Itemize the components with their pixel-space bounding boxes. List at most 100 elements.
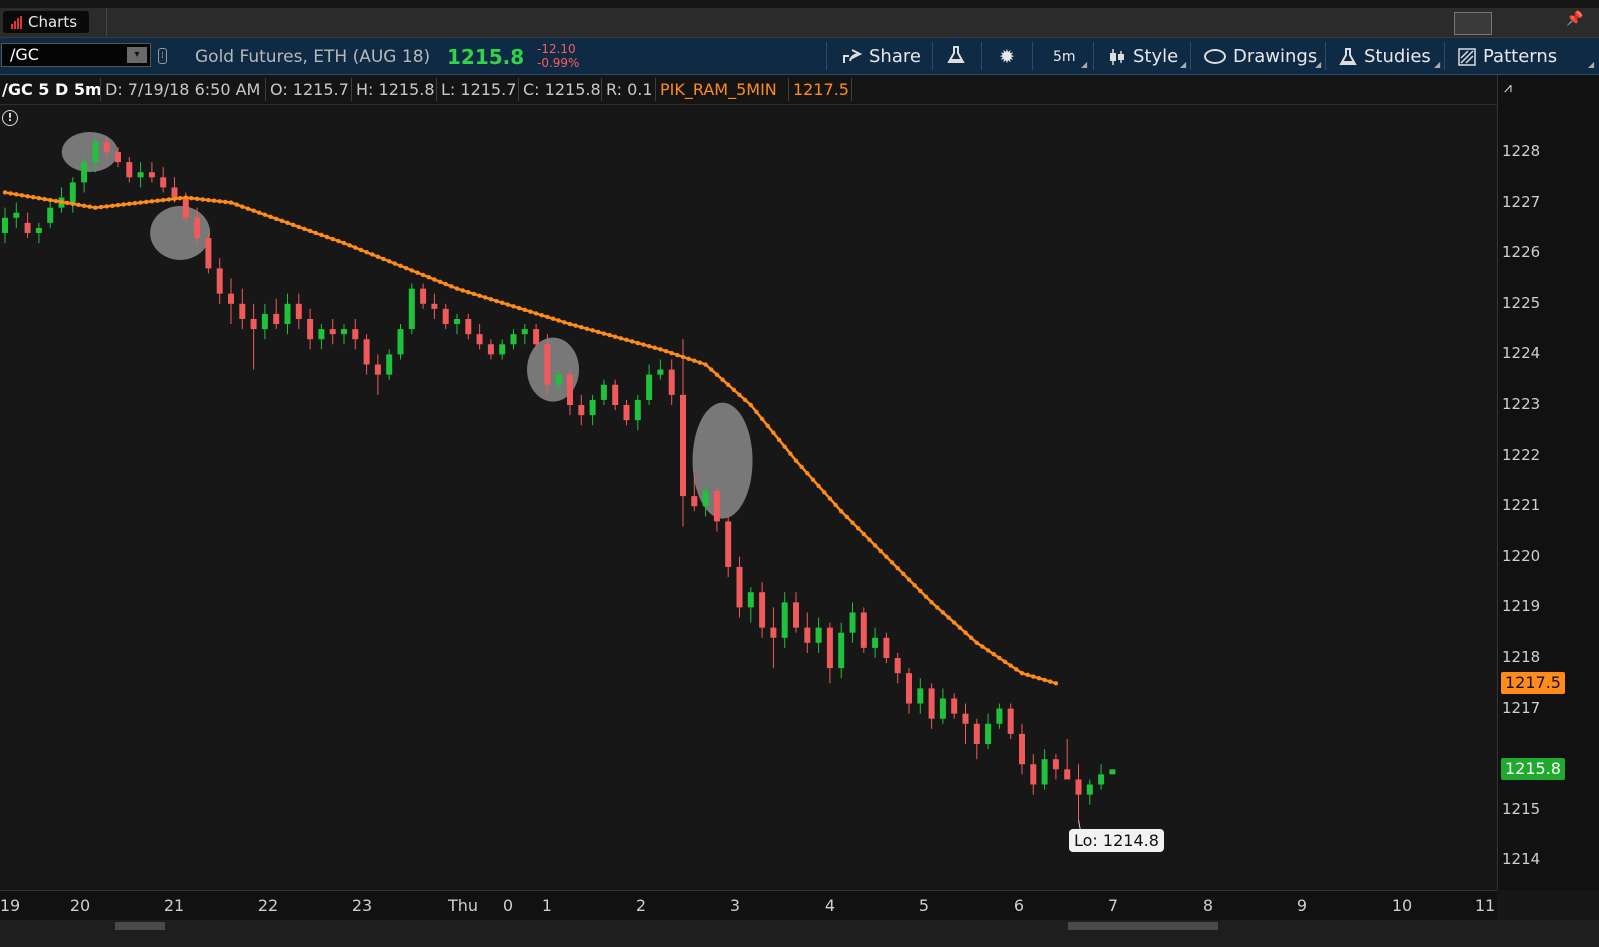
corner-indicator: ◢	[1081, 60, 1088, 69]
study-point	[980, 644, 985, 649]
study-point	[313, 230, 318, 236]
study-point	[906, 577, 912, 582]
study-point	[737, 392, 742, 398]
study-point	[240, 204, 245, 209]
study-point	[420, 272, 426, 278]
symbol-input[interactable]: /GC ▾	[1, 43, 151, 67]
study-point	[200, 197, 205, 202]
pin-icon[interactable]: 📌	[1566, 11, 1583, 27]
share-button[interactable]: Share	[842, 46, 921, 67]
candle-body	[702, 491, 709, 507]
study-point	[1042, 677, 1047, 683]
study-point	[686, 356, 691, 362]
study-point	[370, 252, 375, 257]
link-icon[interactable]: ⁞	[158, 48, 167, 64]
candle-body	[589, 399, 596, 416]
study-point	[483, 295, 488, 300]
candle-body	[567, 374, 573, 405]
studies-label: Studies	[1364, 46, 1431, 67]
study-point	[460, 288, 465, 293]
study-point	[93, 205, 98, 210]
candle-body	[973, 723, 980, 745]
study-point	[641, 342, 646, 347]
study-point	[771, 430, 776, 436]
study-point	[177, 195, 183, 201]
study-point	[788, 451, 793, 456]
time-tick-label: 0	[502, 896, 514, 915]
candle-body	[160, 177, 167, 188]
candle-body	[793, 602, 799, 628]
price-tick-label: 1214	[1502, 850, 1541, 869]
study-point	[703, 362, 708, 367]
study-point	[776, 437, 782, 442]
study-point	[714, 372, 720, 377]
time-tick-label: 19	[0, 896, 21, 915]
study-point	[115, 202, 121, 208]
window-layout-button[interactable]	[1454, 12, 1492, 35]
axis-settings-icon[interactable]: ⩘	[1504, 80, 1522, 96]
candle-body	[680, 394, 686, 497]
alert-icon[interactable]: !	[2, 110, 18, 126]
study-point	[1031, 674, 1036, 679]
candle-body	[996, 708, 1003, 724]
price-axis[interactable]: ⩘ 1228 1227 1226 1225 1224 1223 1222 1221 1220 12…	[1497, 75, 1599, 890]
candle-body	[1041, 759, 1048, 785]
study-point	[680, 354, 686, 360]
study-point	[217, 199, 222, 204]
study-point	[494, 298, 499, 304]
study-point	[929, 600, 934, 605]
candle-body	[386, 354, 393, 375]
study-point	[127, 201, 132, 207]
corner-indicator: ◢	[1434, 60, 1441, 69]
candle-body	[307, 318, 314, 340]
gear-icon: ✹	[999, 46, 1015, 68]
scrollbar-thumb[interactable]	[1068, 922, 1218, 930]
divider	[826, 42, 827, 70]
study-point	[867, 537, 872, 542]
study-point	[692, 358, 697, 363]
candle-body	[883, 637, 890, 658]
candle-body	[894, 658, 901, 674]
time-axis[interactable]: 19 20 21 22 23 Thu 0 1 2 3 4 5 6 7 8 9 10 11	[0, 890, 1497, 921]
divider	[106, 8, 107, 37]
aggregation-button[interactable]: 5m	[1053, 49, 1076, 65]
study-point	[330, 236, 335, 242]
candle-body	[725, 521, 732, 567]
study-point	[409, 268, 414, 273]
study-point	[646, 343, 652, 349]
horizontal-scrollbar[interactable]	[0, 920, 1599, 947]
charts-tab[interactable]: Charts	[3, 11, 90, 33]
symbol-value: /GC	[10, 45, 39, 64]
study-point	[573, 323, 578, 328]
symbol-dropdown-button[interactable]: ▾	[127, 47, 147, 63]
candle-body	[668, 369, 675, 395]
time-tick-label: 7	[1107, 896, 1119, 915]
study-point	[415, 270, 420, 275]
study-point	[726, 382, 731, 387]
patterns-button[interactable]: Patterns	[1458, 46, 1557, 67]
study-point	[392, 261, 398, 266]
study-point	[285, 220, 290, 226]
study-point	[584, 326, 590, 331]
candle-body	[295, 303, 302, 319]
study-point	[76, 202, 81, 208]
study-point	[827, 496, 833, 501]
study-point	[731, 387, 737, 393]
study-point	[98, 204, 104, 210]
study-point	[347, 243, 352, 248]
scrollbar-thumb[interactable]	[115, 922, 165, 930]
study-point	[104, 204, 109, 209]
candle-body	[126, 162, 133, 178]
drawings-button[interactable]: Drawings	[1204, 46, 1317, 67]
style-button[interactable]: Style	[1108, 46, 1178, 67]
study-point	[64, 200, 70, 206]
study-point	[805, 471, 810, 476]
study-point	[234, 202, 239, 207]
price-chart[interactable]	[0, 105, 1497, 890]
candlestick-style-icon	[1110, 48, 1124, 65]
settings-button[interactable]: ✹	[999, 46, 1015, 68]
studies-button[interactable]: Studies	[1339, 46, 1431, 67]
highlight-ellipse	[150, 205, 211, 260]
divider	[981, 42, 982, 70]
flask-button[interactable]	[947, 46, 965, 64]
